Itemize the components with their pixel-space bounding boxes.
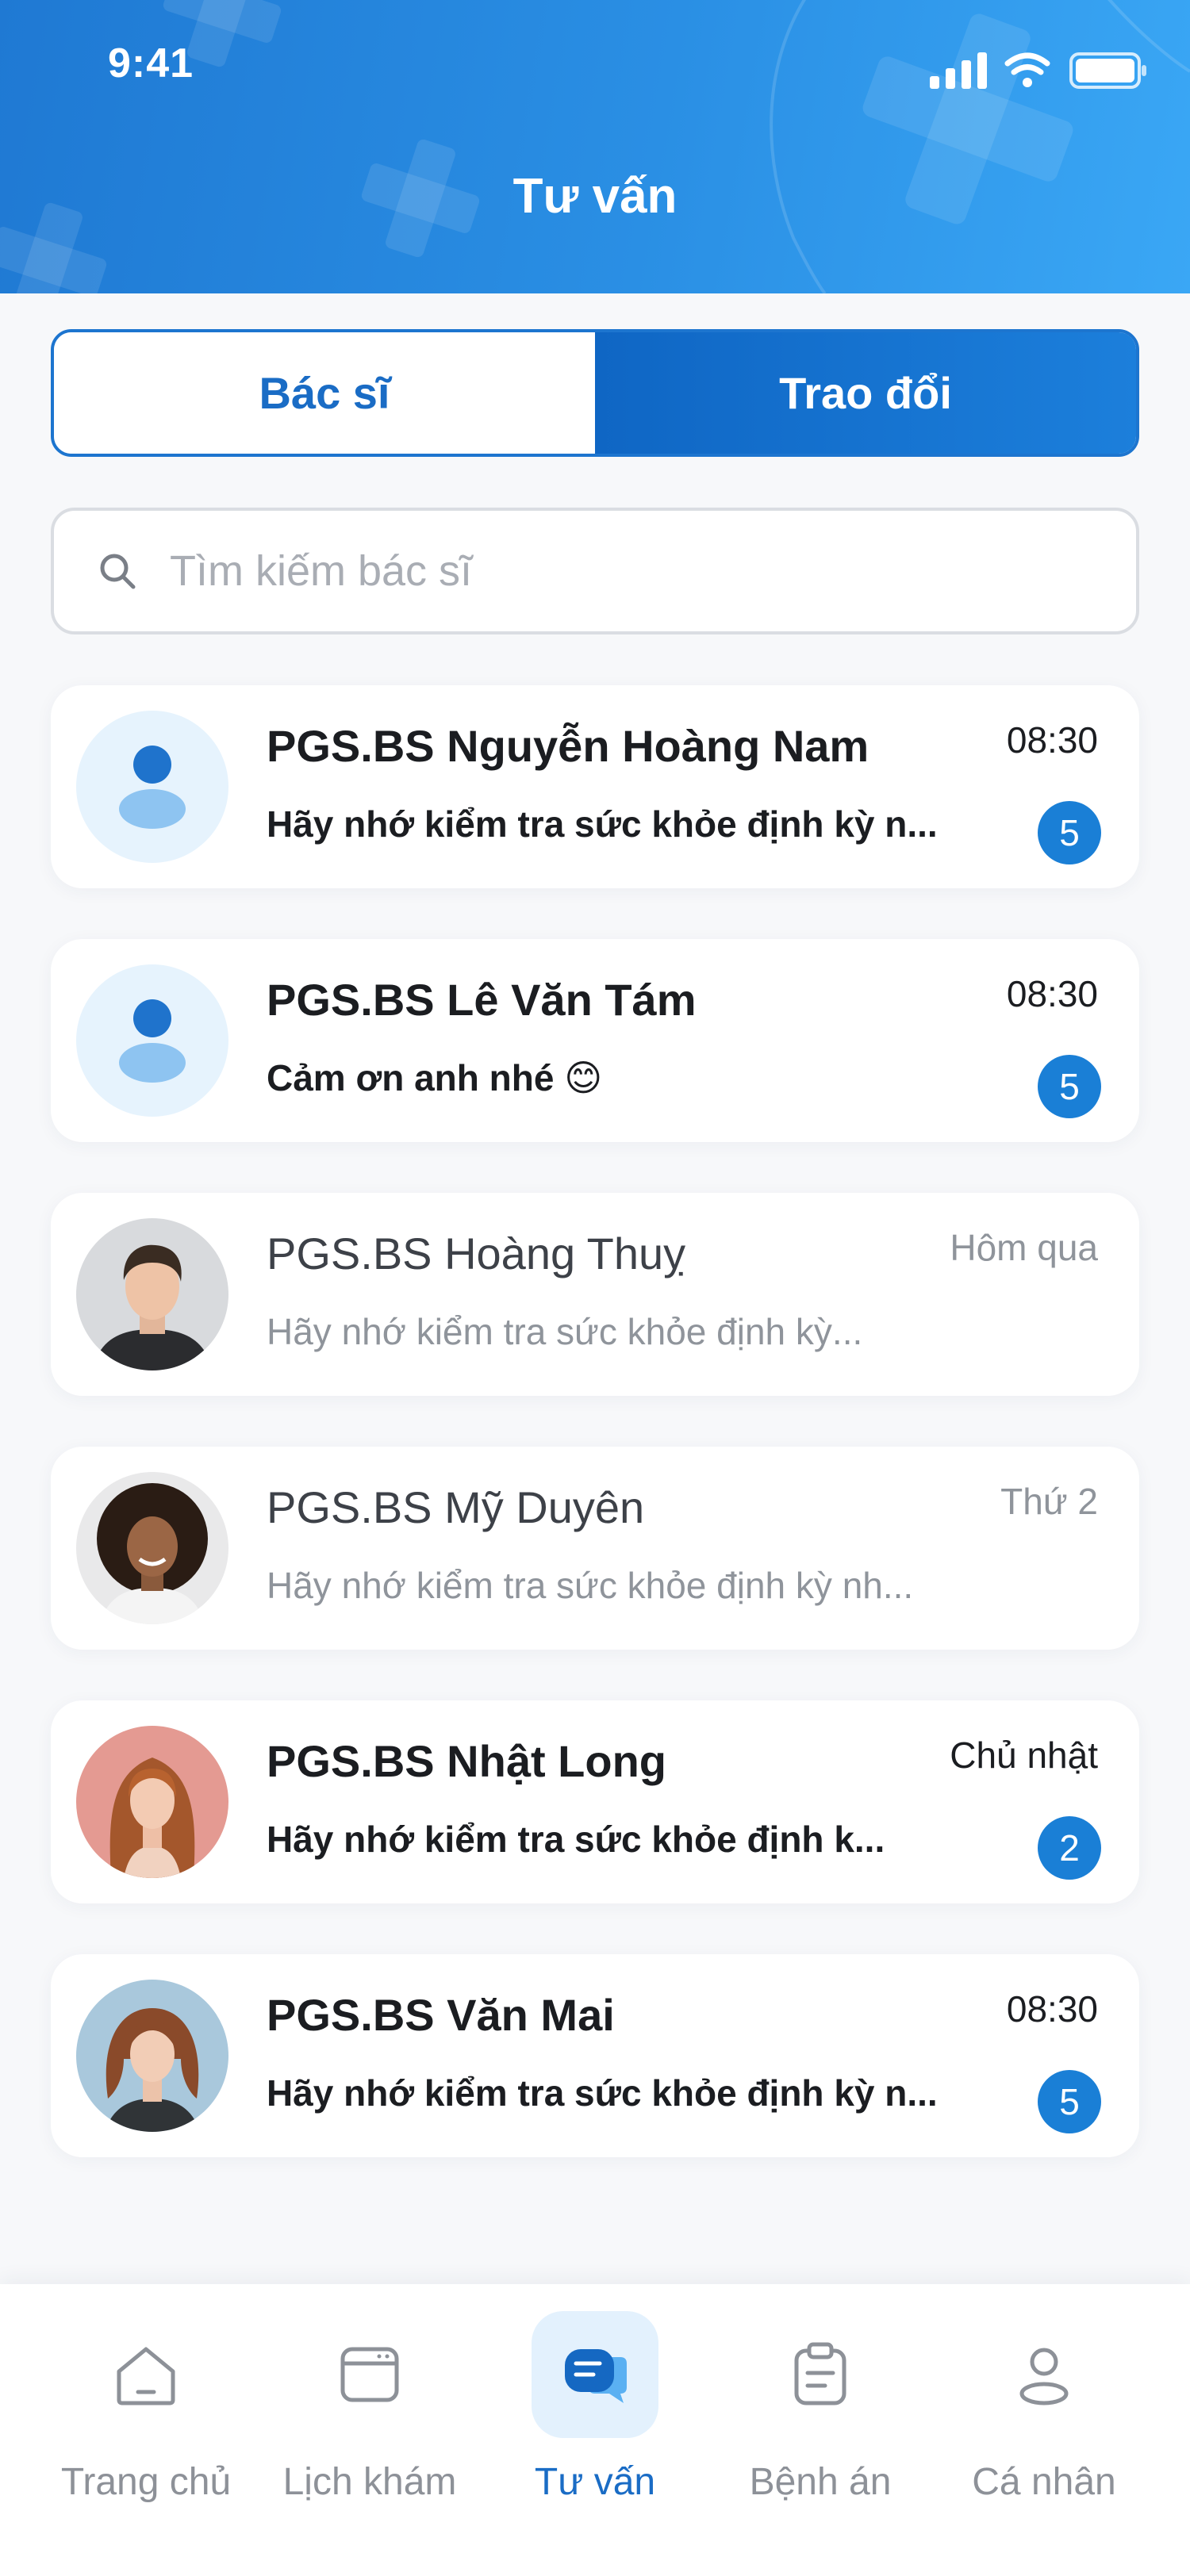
user-placeholder-icon bbox=[76, 964, 228, 1117]
doctor-name: PGS.BS Hoàng Thuỵ bbox=[267, 1229, 686, 1278]
conversation-list: PGS.BS Nguyễn Hoàng Nam Hãy nhớ kiểm tra… bbox=[51, 685, 1139, 2208]
doctor-name: PGS.BS Lê Văn Tám bbox=[267, 975, 697, 1025]
user-placeholder-icon bbox=[76, 711, 228, 863]
doctor-photo bbox=[76, 1472, 228, 1624]
avatar bbox=[76, 711, 228, 863]
last-message: Hãy nhớ kiểm tra sức khỏe định k... bbox=[267, 1819, 885, 1860]
message-time: 08:30 bbox=[1006, 973, 1098, 1014]
app-header: 9:41 Tư vấn bbox=[0, 0, 1190, 293]
nav-medical-records[interactable]: Bệnh án bbox=[701, 2311, 939, 2549]
nav-consult[interactable]: Tư vấn bbox=[476, 2311, 714, 2549]
doctor-name: PGS.BS Mỹ Duyên bbox=[267, 1482, 645, 1532]
message-time: Hôm qua bbox=[950, 1227, 1098, 1268]
tab-doctors[interactable]: Bác sĩ bbox=[54, 332, 595, 454]
doctor-photo bbox=[76, 1726, 228, 1878]
conversation-item[interactable]: PGS.BS Nguyễn Hoàng Nam Hãy nhớ kiểm tra… bbox=[51, 685, 1139, 888]
nav-label: Tư vấn bbox=[534, 2461, 656, 2503]
doctor-name: PGS.BS Văn Mai bbox=[267, 1990, 615, 2040]
status-time: 9:41 bbox=[108, 40, 194, 86]
page-title: Tư vấn bbox=[512, 169, 678, 224]
user-icon bbox=[1019, 2348, 1069, 2405]
nav-label: Bệnh án bbox=[749, 2461, 892, 2503]
unread-badge: 5 bbox=[1038, 1055, 1101, 1118]
message-time: Thứ 2 bbox=[1000, 1481, 1098, 1522]
conversation-item[interactable]: PGS.BS Văn Mai Hãy nhớ kiểm tra sức khỏe… bbox=[51, 1954, 1139, 2157]
nav-label: Trang chủ bbox=[60, 2461, 232, 2503]
doctor-photo bbox=[76, 1980, 228, 2132]
search-icon bbox=[100, 554, 136, 589]
conversation-item[interactable]: PGS.BS Lê Văn Tám Cảm ơn anh nhé 😊 08:30… bbox=[51, 939, 1139, 1142]
bottom-navigation: Trang chủ Lịch khám Tư vấn Bệnh án Cá nh… bbox=[0, 2284, 1190, 2576]
message-time: 08:30 bbox=[1006, 719, 1098, 761]
message-time: 08:30 bbox=[1006, 1988, 1098, 2030]
nav-home[interactable]: Trang chủ bbox=[27, 2311, 265, 2549]
chat-icon bbox=[565, 2349, 627, 2403]
segmented-tabs: Bác sĩ Trao đổi bbox=[51, 329, 1139, 457]
unread-badge: 5 bbox=[1038, 801, 1101, 864]
search-bar[interactable] bbox=[51, 508, 1139, 634]
clipboard-icon bbox=[794, 2342, 846, 2405]
last-message: Hãy nhớ kiểm tra sức khỏe định kỳ nh... bbox=[267, 1565, 914, 1606]
last-message: Cảm ơn anh nhé 😊 bbox=[267, 1057, 603, 1098]
nav-label: Cá nhân bbox=[972, 2461, 1116, 2503]
search-input[interactable] bbox=[168, 546, 1081, 596]
avatar bbox=[76, 1980, 228, 2132]
message-time: Chủ nhật bbox=[950, 1735, 1098, 1776]
conversation-item[interactable]: PGS.BS Nhật Long Hãy nhớ kiểm tra sức kh… bbox=[51, 1700, 1139, 1903]
status-icons bbox=[928, 46, 1150, 98]
nav-appointments[interactable]: Lịch khám bbox=[251, 2311, 489, 2549]
nav-label: Lịch khám bbox=[282, 2461, 457, 2503]
wifi-icon bbox=[1004, 52, 1050, 75]
unread-badge: 5 bbox=[1038, 2070, 1101, 2133]
conversation-item[interactable]: PGS.BS Hoàng Thuỵ Hãy nhớ kiểm tra sức k… bbox=[51, 1193, 1139, 1396]
last-message: Hãy nhớ kiểm tra sức khỏe định kỳ n... bbox=[267, 2072, 938, 2114]
last-message: Hãy nhớ kiểm tra sức khỏe định kỳ... bbox=[267, 1311, 863, 1352]
conversation-item[interactable]: PGS.BS Mỹ Duyên Hãy nhớ kiểm tra sức khỏ… bbox=[51, 1447, 1139, 1650]
last-message: Hãy nhớ kiểm tra sức khỏe định kỳ n... bbox=[267, 803, 938, 845]
battery-icon bbox=[1069, 52, 1146, 89]
doctor-name: PGS.BS Nguyễn Hoàng Nam bbox=[267, 721, 869, 771]
avatar bbox=[76, 1726, 228, 1878]
avatar bbox=[76, 1472, 228, 1624]
calendar-icon bbox=[340, 2347, 399, 2402]
signal-icon bbox=[930, 52, 987, 89]
unread-badge: 2 bbox=[1038, 1816, 1101, 1880]
avatar bbox=[76, 1218, 228, 1370]
tab-conversations[interactable]: Trao đổi bbox=[595, 332, 1136, 454]
home-icon bbox=[117, 2347, 175, 2405]
avatar bbox=[76, 964, 228, 1117]
doctor-name: PGS.BS Nhật Long bbox=[267, 1736, 666, 1786]
nav-profile[interactable]: Cá nhân bbox=[925, 2311, 1163, 2549]
doctor-photo bbox=[76, 1218, 228, 1370]
